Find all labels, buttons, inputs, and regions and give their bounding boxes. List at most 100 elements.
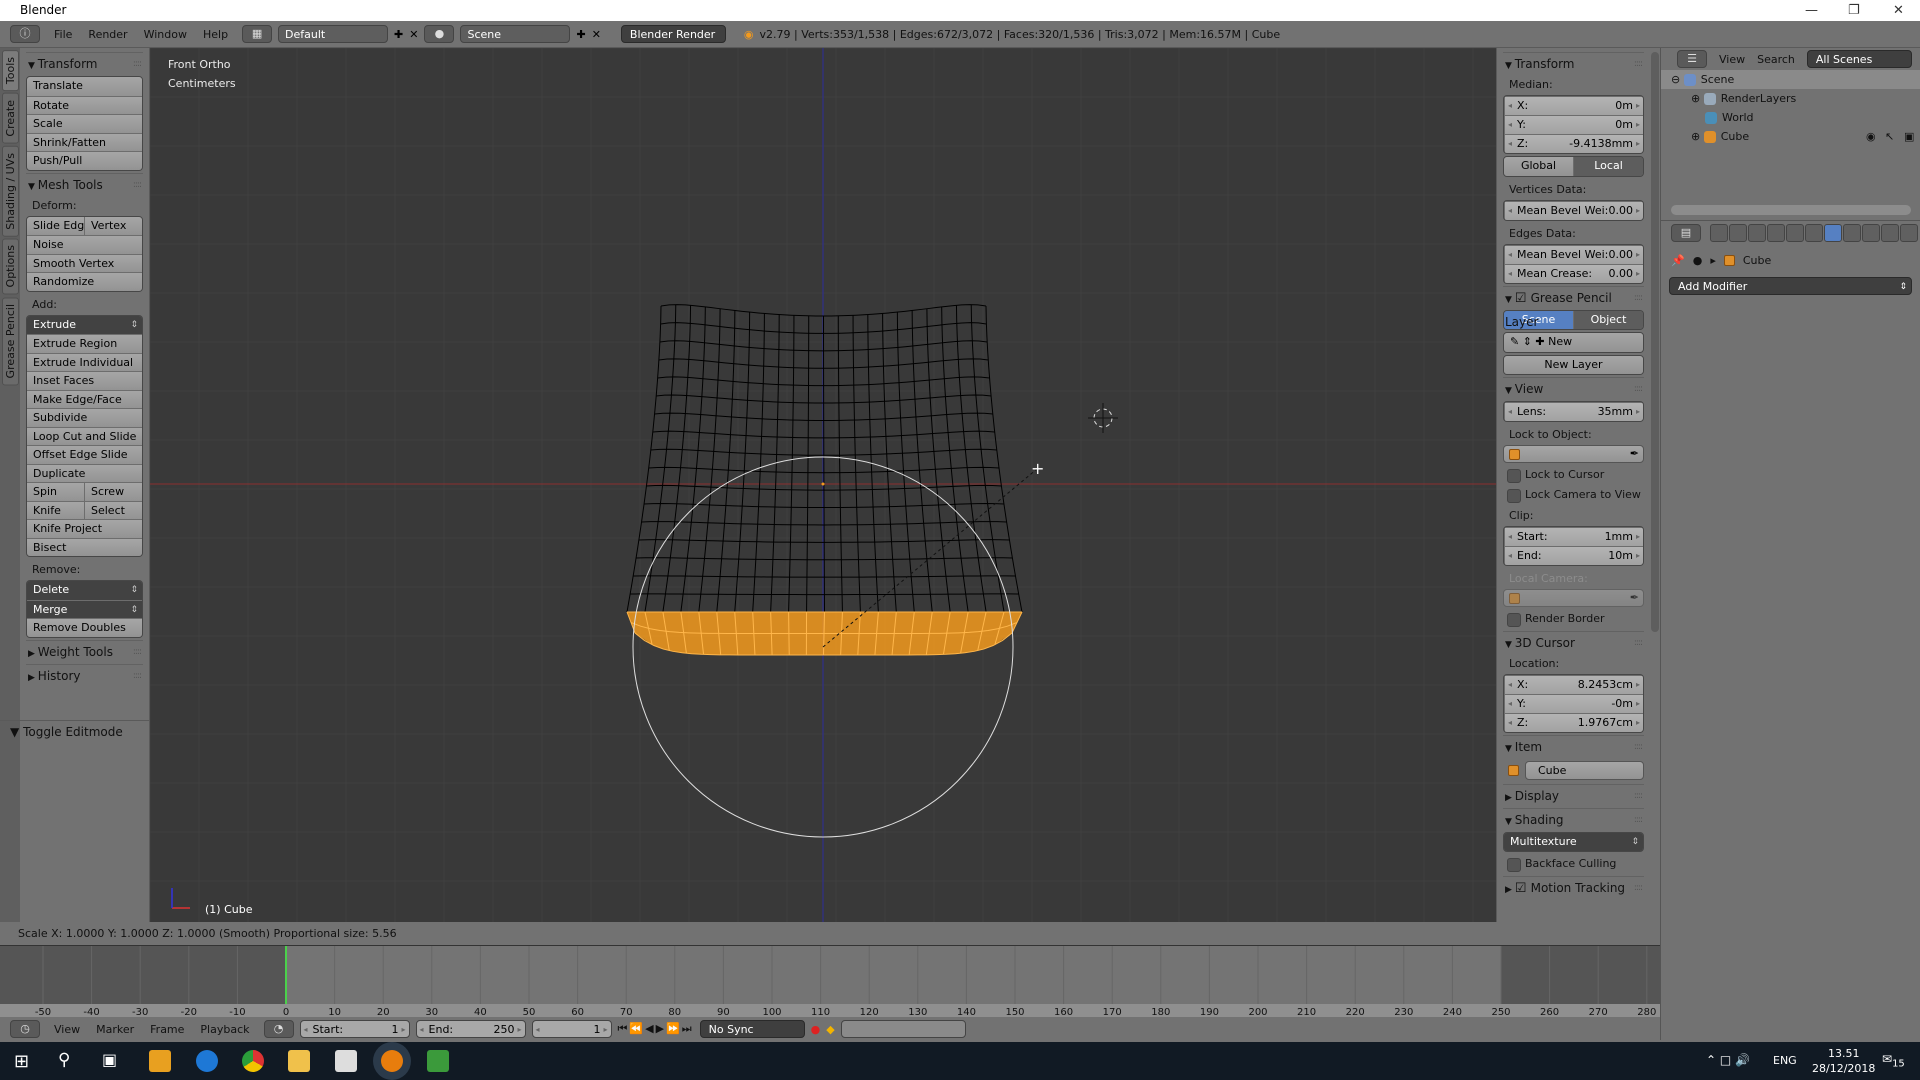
spin-button[interactable]: Spin: [27, 482, 84, 501]
number-field-lens[interactable]: Lens: 35mm: [1504, 402, 1643, 421]
world-tab-icon[interactable]: [1767, 224, 1785, 242]
tab-shading-uvs[interactable]: Shading / UVs: [2, 145, 19, 237]
modifiers-tab-icon[interactable]: [1824, 224, 1842, 242]
keying-set-field[interactable]: [840, 1020, 966, 1038]
toggle-object[interactable]: Object: [1573, 310, 1643, 329]
drag-grip-icon[interactable]: ::::: [133, 53, 142, 75]
panel-header-transform[interactable]: ▼ Transform::::: [1503, 52, 1644, 74]
toggle-local[interactable]: Local: [1573, 157, 1643, 176]
object-tab-icon[interactable]: [1786, 224, 1804, 242]
panel-header-display[interactable]: ▶ Display::::: [1503, 783, 1644, 806]
menu-window[interactable]: Window: [136, 28, 195, 41]
duplicate-button[interactable]: Duplicate: [27, 463, 142, 482]
dropdown-extrude[interactable]: Extrude: [27, 315, 142, 334]
end-frame-field[interactable]: End: 250: [415, 1020, 526, 1039]
make-edge-face-button[interactable]: Make Edge/Face: [27, 389, 142, 408]
toggle-global[interactable]: Global: [1504, 157, 1573, 176]
outliner-editor-icon[interactable]: ☰: [1677, 50, 1707, 68]
render-engine-dropdown[interactable]: Blender Render: [620, 25, 726, 43]
timeline-menu-frame[interactable]: Frame: [142, 1023, 192, 1036]
outliner-item-scene[interactable]: ⊖ Scene: [1661, 70, 1920, 89]
particles-tab-icon[interactable]: [1900, 224, 1918, 242]
bisect-button[interactable]: Bisect: [27, 537, 142, 556]
number-field-end[interactable]: End: 10m: [1504, 546, 1643, 565]
drag-grip-icon[interactable]: ::::: [1634, 632, 1643, 654]
timeline-menu-view[interactable]: View: [46, 1023, 88, 1036]
expand-icon[interactable]: ⊕: [1691, 92, 1704, 105]
panel-header-history[interactable]: ▶ History::::: [26, 663, 143, 686]
number-field-mean-bevel-wei[interactable]: Mean Bevel Wei:0.00: [1504, 200, 1643, 220]
screen-layout-icon[interactable]: ▦: [242, 25, 273, 43]
subdivide-button[interactable]: Subdivide: [27, 408, 142, 427]
menu-file[interactable]: File: [46, 28, 80, 41]
collapse-icon[interactable]: ⊖: [1671, 73, 1684, 86]
keyframe-icon[interactable]: ◆: [826, 1023, 834, 1036]
slide-edg-button[interactable]: Slide Edg: [27, 216, 84, 235]
chrome-icon[interactable]: [242, 1050, 264, 1072]
eye-icon[interactable]: ◉: [1866, 127, 1876, 146]
data-tab-icon[interactable]: [1843, 224, 1861, 242]
outliner-item-world[interactable]: World: [1661, 108, 1920, 127]
properties-editor-icon[interactable]: ▤: [1671, 224, 1701, 242]
close-button[interactable]: ✕: [1893, 0, 1904, 21]
checkbox-checked-icon[interactable]: ☑: [1515, 881, 1531, 896]
number-field-start[interactable]: Start: 1mm: [1504, 527, 1643, 546]
timeline-menu-playback[interactable]: Playback: [192, 1023, 257, 1036]
number-field-x[interactable]: X: 0m: [1504, 96, 1643, 115]
material-tab-icon[interactable]: [1862, 224, 1880, 242]
object-picker-field[interactable]: ✒: [1503, 445, 1644, 463]
screw-button[interactable]: Screw: [84, 482, 142, 501]
checkbox-lock-camera-to-view[interactable]: Lock Camera to View: [1503, 485, 1644, 505]
record-icon[interactable]: ●: [811, 1023, 821, 1036]
viewport-canvas[interactable]: +: [150, 48, 1496, 922]
knife-project-button[interactable]: Knife Project: [27, 519, 142, 538]
outliner-filter-dropdown[interactable]: All Scenes: [1806, 50, 1912, 68]
number-field-x[interactable]: X: 8.2453cm: [1504, 675, 1643, 694]
offset-edge-slide-button[interactable]: Offset Edge Slide: [27, 445, 142, 464]
remove-layout-icon[interactable]: ✕: [409, 28, 418, 41]
checkbox-lock-to-cursor[interactable]: Lock to Cursor: [1503, 465, 1644, 485]
render-tab-icon[interactable]: [1710, 224, 1728, 242]
remove-scene-icon[interactable]: ✕: [592, 28, 601, 41]
number-field-mean-crease[interactable]: Mean Crease: 0.00: [1504, 263, 1643, 283]
restore-button[interactable]: ❐: [1848, 0, 1860, 21]
number-field-y[interactable]: Y: 0m: [1504, 115, 1643, 134]
smooth-vertex-button[interactable]: Smooth Vertex: [27, 253, 142, 272]
dropdown-multitexture[interactable]: Multitexture: [1504, 832, 1643, 851]
properties-region-scrollbar[interactable]: [1651, 52, 1659, 632]
timeline[interactable]: -50 -40 -30 -20 -10 0 10 20 30 40 50 60 70 80 90 100 110…: [0, 945, 1660, 1018]
store-icon[interactable]: [149, 1050, 171, 1072]
search-icon[interactable]: ⚲: [58, 1050, 70, 1070]
language-indicator[interactable]: ENG: [1773, 1054, 1797, 1067]
checkbox-render-border[interactable]: Render Border: [1503, 609, 1644, 629]
edge-icon[interactable]: [196, 1050, 218, 1072]
timeline-menu-marker[interactable]: Marker: [88, 1023, 142, 1036]
shrink-fatten-button[interactable]: Shrink/Fatten: [27, 132, 142, 151]
file-explorer-icon[interactable]: [288, 1050, 310, 1072]
select-button[interactable]: Select: [84, 500, 142, 519]
push-pull-button[interactable]: Push/Pull: [27, 151, 142, 170]
expand-icon[interactable]: ⊕: [1691, 130, 1704, 143]
remove-doubles-button[interactable]: Remove Doubles: [27, 618, 142, 637]
number-field-mean-bevel-wei[interactable]: Mean Bevel Wei:0.00: [1504, 244, 1643, 264]
drag-grip-icon[interactable]: ::::: [1634, 809, 1643, 831]
inset-faces-button[interactable]: Inset Faces: [27, 371, 142, 390]
menu-help[interactable]: Help: [195, 28, 236, 41]
panel-header-shading[interactable]: ▼ Shading::::: [1503, 807, 1644, 831]
extrude-region-button[interactable]: Extrude Region: [27, 334, 142, 353]
drag-grip-icon[interactable]: ::::: [1634, 287, 1643, 309]
number-field-y[interactable]: Y: -0m: [1504, 694, 1643, 713]
panel-header-3d-cursor[interactable]: ▼ 3D Cursor::::: [1503, 631, 1644, 653]
render-icon[interactable]: ▣: [1904, 127, 1914, 146]
texture-tab-icon[interactable]: [1881, 224, 1899, 242]
sync-dropdown[interactable]: No Sync: [699, 1020, 805, 1038]
panel-header-transform[interactable]: ▼ Transform::::: [26, 52, 143, 74]
layout-field[interactable]: Default: [278, 25, 389, 43]
mail-icon[interactable]: [335, 1050, 357, 1072]
windows-start-icon[interactable]: ⊞: [14, 1051, 29, 1072]
dropdown-delete[interactable]: Delete: [27, 581, 142, 600]
extrude-individual-button[interactable]: Extrude Individual: [27, 352, 142, 371]
cursor-icon[interactable]: ↖: [1885, 127, 1894, 146]
outliner-item-cube[interactable]: ⊕ Cube ◉ ↖ ▣: [1661, 127, 1920, 146]
drag-grip-icon[interactable]: ::::: [1634, 378, 1643, 400]
